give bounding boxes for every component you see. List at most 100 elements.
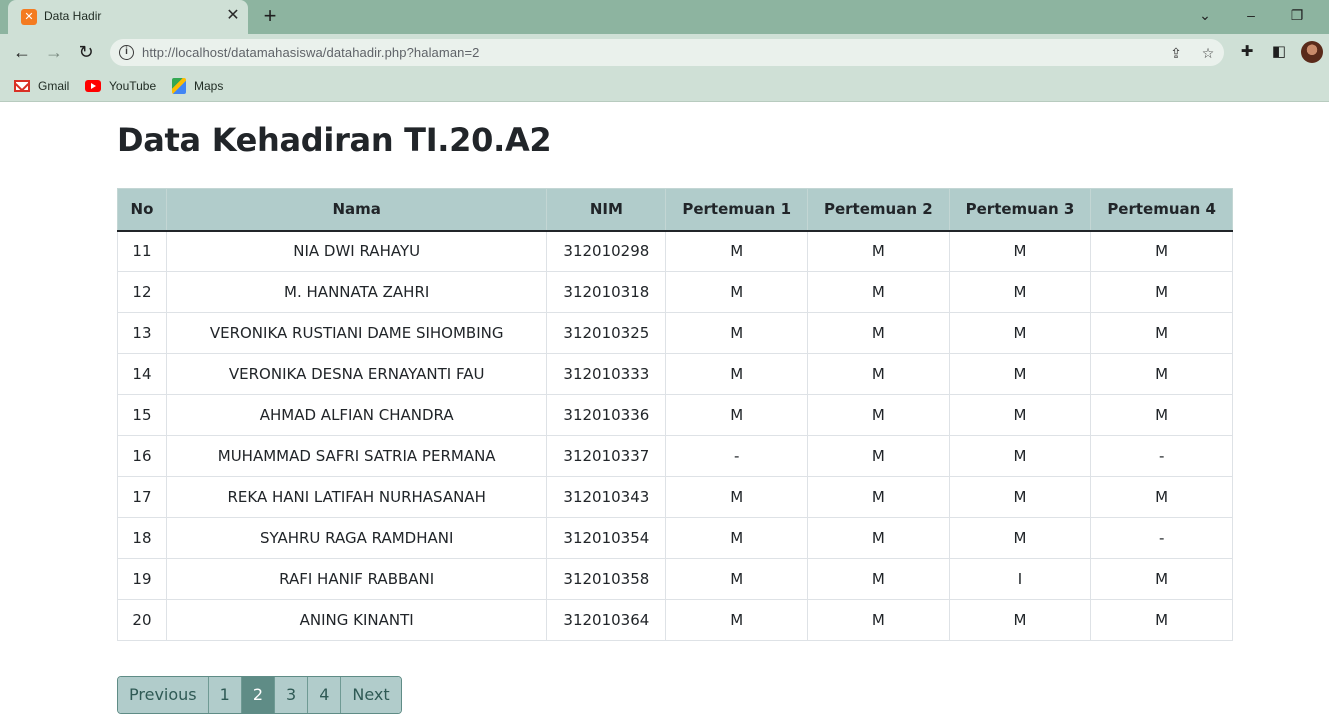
cell-pertemuan-4: M [1090, 271, 1233, 313]
url-host: http://localhost [142, 45, 228, 60]
close-icon[interactable]: ✕ [224, 7, 242, 25]
cell-no: 18 [117, 517, 167, 559]
cell-pertemuan-2: M [807, 230, 950, 272]
new-tab-icon[interactable]: + [258, 4, 282, 28]
cell-pertemuan-1: M [665, 353, 808, 395]
cell-nama: AHMAD ALFIAN CHANDRA [165, 394, 548, 436]
star-icon[interactable]: ☆ [1198, 43, 1218, 63]
header-nama: Nama [165, 188, 548, 232]
bookmark-gmail[interactable]: Gmail [14, 77, 69, 95]
cell-pertemuan-2: M [807, 394, 950, 436]
cell-pertemuan-1: M [665, 476, 808, 518]
chevron-down-icon[interactable]: ⌄ [1190, 4, 1220, 26]
table-row: 13 VERONIKA RUSTIANI DAME SIHOMBING 3120… [117, 312, 1233, 354]
cell-pertemuan-2: M [807, 435, 950, 477]
pagination-page-2[interactable]: 2 [240, 677, 274, 713]
browser-tab[interactable]: ✕ Data Hadir ✕ [8, 0, 248, 34]
cell-nim: 312010336 [546, 394, 667, 436]
side-panel-icon[interactable]: ◧ [1267, 40, 1291, 64]
cell-pertemuan-4: M [1090, 476, 1233, 518]
cell-nama: M. HANNATA ZAHRI [165, 271, 548, 313]
header-pertemuan-2: Pertemuan 2 [807, 188, 950, 232]
table-header-row: No Nama NIM Pertemuan 1 Pertemuan 2 Pert… [117, 188, 1233, 232]
cell-nama: MUHAMMAD SAFRI SATRIA PERMANA [165, 435, 548, 477]
tab-title: Data Hadir [44, 9, 102, 23]
forward-arrow-icon[interactable]: → [41, 39, 67, 65]
cell-pertemuan-2: M [807, 599, 950, 641]
profile-avatar[interactable] [1301, 41, 1323, 63]
extensions-icon[interactable]: ✚ [1235, 40, 1259, 64]
cell-nim: 312010354 [546, 517, 667, 559]
browser-toolbar: ← → ↻ i http://localhost/datamahasiswa/d… [0, 34, 1329, 70]
cell-pertemuan-1: M [665, 599, 808, 641]
back-arrow-icon[interactable]: ← [9, 39, 35, 65]
table-row: 19 RAFI HANIF RABBANI 312010358 M M I M [117, 558, 1233, 600]
cell-nama: VERONIKA RUSTIANI DAME SIHOMBING [165, 312, 548, 354]
cell-nama: RAFI HANIF RABBANI [165, 558, 548, 600]
cell-pertemuan-4: M [1090, 353, 1233, 395]
restore-icon[interactable]: ❐ [1282, 4, 1312, 26]
table-row: 15 AHMAD ALFIAN CHANDRA 312010336 M M M … [117, 394, 1233, 436]
minimize-icon[interactable]: – [1236, 4, 1266, 26]
pagination-page-4[interactable]: 4 [307, 677, 341, 713]
reload-icon[interactable]: ↻ [73, 39, 99, 65]
pagination-previous[interactable]: Previous [118, 677, 208, 713]
pagination-next[interactable]: Next [340, 677, 401, 713]
bookmark-label: YouTube [109, 79, 157, 93]
bookmark-maps[interactable]: Maps [172, 77, 223, 95]
cell-pertemuan-1: M [665, 230, 808, 272]
cell-nama: NIA DWI RAHAYU [165, 230, 548, 272]
cell-no: 12 [117, 271, 167, 313]
info-icon[interactable]: i [119, 45, 134, 60]
cell-nim: 312010318 [546, 271, 667, 313]
table-row: 12 M. HANNATA ZAHRI 312010318 M M M M [117, 271, 1233, 313]
bookmark-youtube[interactable]: YouTube [85, 77, 156, 95]
cell-pertemuan-2: M [807, 271, 950, 313]
header-no: No [117, 188, 167, 232]
url-text[interactable]: http://localhost/datamahasiswa/datahadir… [142, 45, 480, 60]
cell-nama: ANING KINANTI [165, 599, 548, 641]
cell-nim: 312010333 [546, 353, 667, 395]
cell-pertemuan-3: M [948, 271, 1092, 313]
pagination: Previous 1 2 3 4 Next [117, 676, 402, 714]
header-pertemuan-4: Pertemuan 4 [1090, 188, 1233, 232]
pagination-page-1[interactable]: 1 [207, 677, 241, 713]
pagination-page-3[interactable]: 3 [274, 677, 308, 713]
cell-no: 15 [117, 394, 167, 436]
cell-pertemuan-3: M [948, 394, 1092, 436]
address-bar[interactable]: i http://localhost/datamahasiswa/datahad… [110, 39, 1224, 66]
cell-pertemuan-1: M [665, 558, 808, 600]
cell-no: 16 [117, 435, 167, 477]
cell-pertemuan-4: M [1090, 599, 1233, 641]
cell-no: 14 [117, 353, 167, 395]
cell-pertemuan-2: M [807, 517, 950, 559]
cell-pertemuan-3: I [948, 558, 1092, 600]
attendance-table: No Nama NIM Pertemuan 1 Pertemuan 2 Pert… [117, 188, 1233, 641]
page-title: Data Kehadiran TI.20.A2 [117, 121, 552, 159]
cell-pertemuan-3: M [948, 312, 1092, 354]
cell-pertemuan-1: M [665, 394, 808, 436]
cell-pertemuan-2: M [807, 353, 950, 395]
table-row: 18 SYAHRU RAGA RAMDHANI 312010354 M M M … [117, 517, 1233, 559]
cell-pertemuan-2: M [807, 476, 950, 518]
cell-nim: 312010337 [546, 435, 667, 477]
cell-no: 20 [117, 599, 167, 641]
table-row: 11 NIA DWI RAHAYU 312010298 M M M M [117, 230, 1233, 272]
youtube-icon [85, 80, 101, 92]
cell-nama: VERONIKA DESNA ERNAYANTI FAU [165, 353, 548, 395]
cell-pertemuan-2: M [807, 558, 950, 600]
cell-pertemuan-2: M [807, 312, 950, 354]
cell-no: 19 [117, 558, 167, 600]
cell-pertemuan-3: M [948, 517, 1092, 559]
cell-pertemuan-4: M [1090, 312, 1233, 354]
xampp-icon: ✕ [21, 9, 37, 25]
cell-pertemuan-3: M [948, 599, 1092, 641]
cell-nim: 312010358 [546, 558, 667, 600]
table-row: 20 ANING KINANTI 312010364 M M M M [117, 599, 1233, 641]
cell-no: 17 [117, 476, 167, 518]
table-row: 16 MUHAMMAD SAFRI SATRIA PERMANA 3120103… [117, 435, 1233, 477]
cell-pertemuan-3: M [948, 435, 1092, 477]
url-path: /datamahasiswa/datahadir.php?halaman=2 [227, 45, 480, 60]
share-icon[interactable]: ⇪ [1166, 43, 1186, 63]
table-row: 14 VERONIKA DESNA ERNAYANTI FAU 31201033… [117, 353, 1233, 395]
